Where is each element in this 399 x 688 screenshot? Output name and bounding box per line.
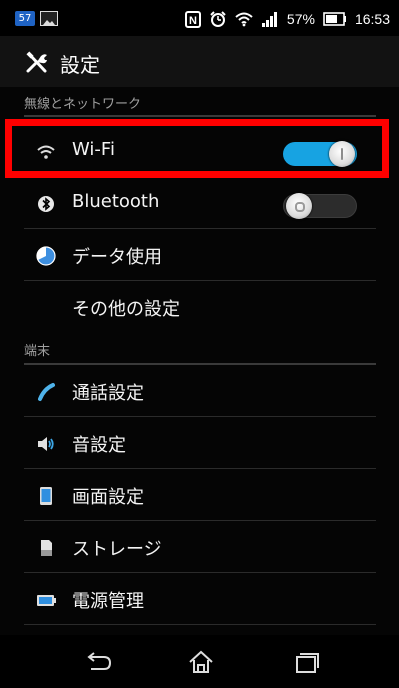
section-divider (24, 115, 376, 117)
app-bar: 設定 (0, 36, 399, 87)
svg-text:N: N (189, 15, 197, 27)
nfc-icon: N (184, 10, 201, 28)
page-title: 設定 (60, 53, 100, 77)
display-settings-label: 画面設定 (72, 487, 144, 508)
back-icon[interactable] (82, 648, 114, 676)
home-icon[interactable] (185, 648, 217, 676)
status-icons: N 57% 16:53 (184, 8, 390, 30)
navigation-bar (0, 635, 399, 688)
settings-item-display[interactable]: 画面設定 (24, 469, 376, 521)
data-usage-label: データ使用 (72, 247, 162, 268)
wifi-toggle[interactable] (283, 141, 357, 167)
settings-item-storage[interactable]: ストレージ (24, 521, 376, 573)
settings-item-other[interactable]: その他の設定 (24, 281, 376, 333)
storage-icon (35, 537, 57, 559)
settings-item-wifi[interactable]: Wi-Fi (24, 125, 376, 177)
settings-item-call[interactable]: 通話設定 (24, 365, 376, 417)
toggle-knob (286, 193, 312, 219)
settings-item-bluetooth[interactable]: Bluetooth (24, 177, 376, 229)
power-management-label: 電源管理 (72, 591, 144, 612)
wifi-icon (35, 141, 57, 163)
storage-label: ストレージ (72, 539, 162, 560)
settings-item-sound[interactable]: 音設定 (24, 417, 376, 469)
settings-item-data-usage[interactable]: データ使用 (24, 229, 376, 281)
data-usage-icon (35, 245, 57, 267)
alarm-icon (209, 10, 227, 28)
speaker-icon (35, 433, 57, 455)
wifi-icon (235, 11, 253, 27)
wifi-label: Wi-Fi (72, 139, 115, 160)
toggle-knob (329, 141, 355, 167)
battery-icon (35, 589, 57, 611)
sound-settings-label: 音設定 (72, 435, 126, 456)
display-icon (35, 485, 57, 507)
section-header-device: 端末 (24, 344, 51, 359)
bluetooth-icon (35, 193, 57, 215)
settings-wrench-icon[interactable] (25, 51, 49, 75)
section-header-wireless: 無線とネットワーク (24, 97, 142, 112)
notification-count-badge: 57 (15, 11, 35, 26)
other-settings-label: その他の設定 (72, 299, 180, 320)
battery-icon (323, 12, 347, 26)
battery-percent: 57% (286, 11, 315, 27)
settings-list: 無線とネットワーク Wi-Fi Bluetooth データ使用 その他の設定 端… (0, 87, 399, 635)
signal-icon (261, 11, 279, 27)
call-settings-label: 通話設定 (72, 383, 144, 404)
image-icon (40, 11, 58, 26)
recent-apps-icon[interactable] (290, 648, 322, 676)
settings-item-power[interactable]: 電源管理 (24, 573, 376, 625)
clock: 16:53 (354, 11, 390, 27)
phone-icon (35, 381, 57, 403)
status-bar: 57 N 57% 16:53 (0, 0, 399, 36)
bluetooth-label: Bluetooth (72, 191, 160, 212)
bluetooth-toggle[interactable] (283, 193, 357, 219)
